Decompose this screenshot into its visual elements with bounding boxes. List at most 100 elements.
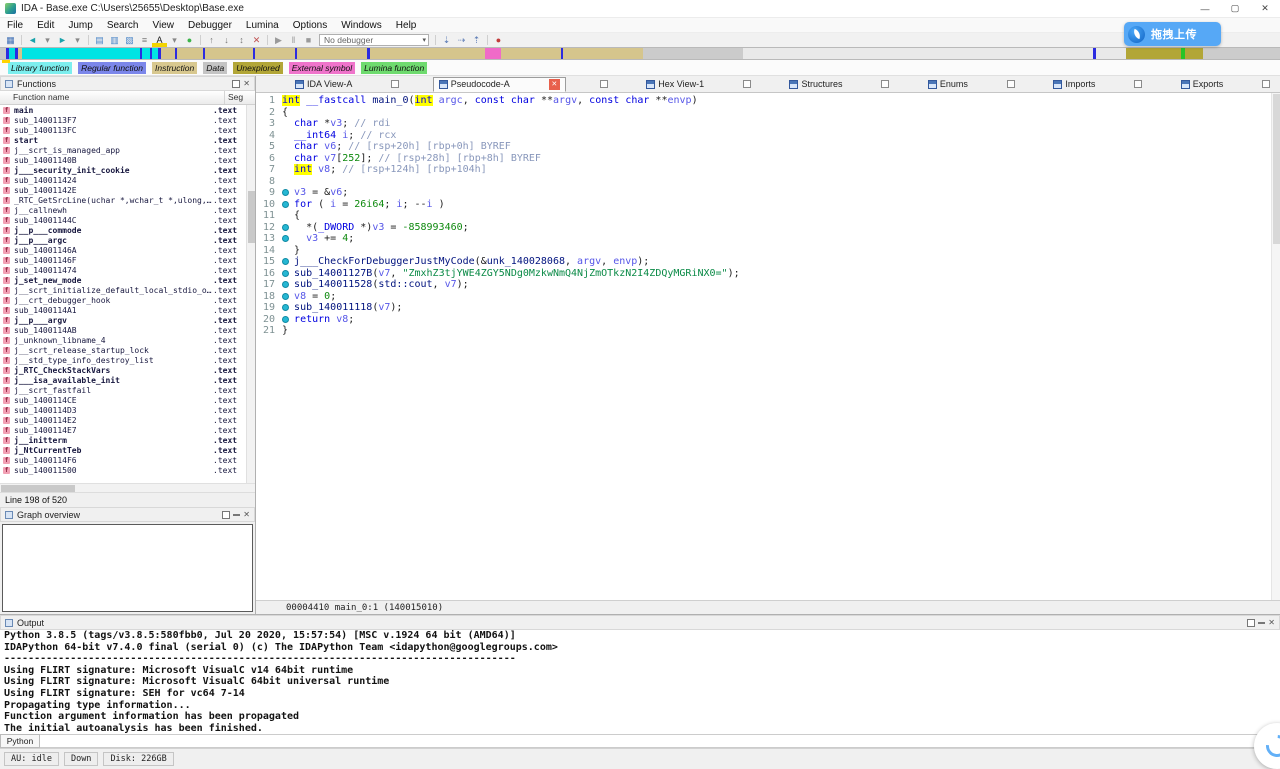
code-line[interactable]: 18 v8 = 0; — [256, 291, 1280, 303]
jump-address-icon[interactable]: ↕ — [234, 34, 249, 47]
navband-segment[interactable] — [1096, 48, 1126, 59]
detach-window-icon[interactable] — [1134, 80, 1142, 88]
tab-ida-view-a[interactable]: IDA View-A — [290, 77, 357, 92]
pseudocode-vertical-scrollbar[interactable] — [1271, 93, 1280, 600]
graph-overview-canvas[interactable] — [2, 524, 253, 612]
function-row[interactable]: fj__scrt_release_startup_lock.text — [0, 345, 255, 355]
run-until-return-icon[interactable]: ⇡ — [469, 34, 484, 47]
restore-window-icon[interactable] — [232, 80, 240, 88]
segments-icon[interactable]: ≡ — [137, 34, 152, 47]
menu-search[interactable]: Search — [100, 18, 146, 32]
navband-segment[interactable] — [297, 48, 367, 59]
code-line[interactable]: 14 } — [256, 245, 1280, 257]
scrollbar-thumb[interactable] — [248, 191, 255, 243]
detach-window-icon[interactable] — [1007, 80, 1015, 88]
code-line[interactable]: 17 sub_140011528(std::cout, v7); — [256, 279, 1280, 291]
code-line[interactable]: 13 v3 += 4; — [256, 233, 1280, 245]
stop-process-icon[interactable]: ■ — [301, 34, 316, 47]
navband-segment[interactable] — [643, 48, 743, 59]
step-into-icon[interactable]: ⇣ — [439, 34, 454, 47]
navband-segment[interactable] — [255, 48, 295, 59]
function-row[interactable]: fsub_14001146A.text — [0, 245, 255, 255]
functions-panel-header[interactable]: Functions ✕ — [0, 76, 255, 91]
close-button[interactable]: ✕ — [1250, 0, 1280, 17]
close-icon[interactable]: ✕ — [549, 79, 560, 90]
column-seg[interactable]: Seg — [225, 91, 255, 104]
restore-window-icon[interactable] — [222, 511, 230, 519]
close-icon[interactable]: ✕ — [243, 80, 250, 88]
navband-segment[interactable] — [1203, 48, 1280, 59]
function-row[interactable]: fsub_1400114CE.text — [0, 395, 255, 405]
function-row[interactable]: fsub_1400114AB.text — [0, 325, 255, 335]
jump-prev-icon[interactable]: ↑ — [204, 34, 219, 47]
function-row[interactable]: fj__scrt_is_managed_app.text — [0, 145, 255, 155]
navband-segment[interactable] — [177, 48, 203, 59]
back-icon[interactable]: ◄ — [25, 34, 40, 47]
function-row[interactable]: fj__callnewh.text — [0, 205, 255, 215]
functions-horizontal-scrollbar[interactable] — [0, 483, 255, 492]
function-row[interactable]: fj__std_type_info_destroy_list.text — [0, 355, 255, 365]
function-row[interactable]: fj___security_init_cookie.text — [0, 165, 255, 175]
pause-process-icon[interactable]: ‖ — [286, 34, 301, 47]
code-line[interactable]: 21} — [256, 325, 1280, 337]
function-row[interactable]: fsub_14001144C.text — [0, 215, 255, 225]
navband-segment[interactable] — [205, 48, 253, 59]
menu-jump[interactable]: Jump — [61, 18, 99, 32]
navband-segment[interactable] — [161, 48, 175, 59]
function-row[interactable]: fj_NtCurrentTeb.text — [0, 445, 255, 455]
tab-imports[interactable]: Imports — [1048, 77, 1100, 92]
function-row[interactable]: fsub_1400114E2.text — [0, 415, 255, 425]
menu-debugger[interactable]: Debugger — [181, 18, 239, 32]
navband-segment[interactable] — [370, 48, 485, 59]
pseudocode-view[interactable]: 1int __fastcall main_0(int argc, const c… — [256, 93, 1280, 600]
detach-window-icon[interactable] — [743, 80, 751, 88]
detach-window-icon[interactable] — [600, 80, 608, 88]
function-row[interactable]: fj__crt_debugger_hook.text — [0, 295, 255, 305]
jump-next-icon[interactable]: ↓ — [219, 34, 234, 47]
function-row[interactable]: fsub_14001140B.text — [0, 155, 255, 165]
function-row[interactable]: fj__scrt_initialize_default_local_stdio_… — [0, 285, 255, 295]
minimize-icon[interactable] — [1258, 622, 1265, 624]
detach-window-icon[interactable] — [391, 80, 399, 88]
code-line[interactable]: 3 char *v3; // rdi — [256, 118, 1280, 130]
function-row[interactable]: fj_set_new_mode.text — [0, 275, 255, 285]
navband-segment[interactable] — [485, 48, 501, 59]
graph-overview-header[interactable]: Graph overview ✕ — [0, 507, 255, 522]
tab-hex-view-1[interactable]: Hex View-1 — [641, 77, 709, 92]
code-line[interactable]: 4 __int64 i; // rcx — [256, 130, 1280, 142]
step-over-icon[interactable]: ⇢ — [454, 34, 469, 47]
navigation-band[interactable] — [0, 47, 1280, 60]
code-line[interactable]: 16 sub_14001127B(v7, "ZmxhZ3tjYWE4ZGY5ND… — [256, 268, 1280, 280]
code-line[interactable]: 11 { — [256, 210, 1280, 222]
tab-structures[interactable]: Structures — [784, 77, 847, 92]
function-row[interactable]: fsub_140011474.text — [0, 265, 255, 275]
function-row[interactable]: fsub_14001146F.text — [0, 255, 255, 265]
function-row[interactable]: f_RTC_GetSrcLine(uchar *,wchar_t *,ulong… — [0, 195, 255, 205]
maximize-button[interactable]: ▢ — [1220, 0, 1250, 17]
close-icon[interactable]: ✕ — [243, 511, 250, 519]
code-line[interactable]: 5 char v6; // [rsp+20h] [rbp+0h] BYREF — [256, 141, 1280, 153]
menu-view[interactable]: View — [146, 18, 182, 32]
names-window-icon[interactable]: ▧ — [122, 34, 137, 47]
function-row[interactable]: fmain.text — [0, 105, 255, 115]
function-row[interactable]: fsub_1400113FC.text — [0, 125, 255, 135]
code-line[interactable]: 8 — [256, 176, 1280, 188]
function-row[interactable]: fj_unknown_libname_4.text — [0, 335, 255, 345]
lumina-status-icon[interactable]: ● — [182, 34, 197, 47]
function-row[interactable]: fj__initterm.text — [0, 435, 255, 445]
output-console-text[interactable]: Python 3.8.5 (tags/v3.8.5:580fbb0, Jul 2… — [0, 630, 1280, 734]
function-row[interactable]: fj___isa_available_init.text — [0, 375, 255, 385]
code-line[interactable]: 1int __fastcall main_0(int argc, const c… — [256, 95, 1280, 107]
functions-vertical-scrollbar[interactable] — [246, 105, 255, 483]
minimize-button[interactable]: — — [1190, 0, 1220, 17]
drag-upload-button[interactable]: 拖拽上传 — [1124, 22, 1221, 46]
tab-exports[interactable]: Exports — [1176, 77, 1229, 92]
tab-enums[interactable]: Enums — [923, 77, 973, 92]
function-row[interactable]: fsub_1400113F7.text — [0, 115, 255, 125]
detach-window-icon[interactable] — [1262, 80, 1270, 88]
forward-history-icon[interactable]: ▾ — [70, 34, 85, 47]
function-row[interactable]: fj__scrt_fastfail.text — [0, 385, 255, 395]
function-row[interactable]: fj_RTC_CheckStackVars.text — [0, 365, 255, 375]
navband-segment[interactable] — [501, 48, 561, 59]
function-row[interactable]: fsub_140011424.text — [0, 175, 255, 185]
